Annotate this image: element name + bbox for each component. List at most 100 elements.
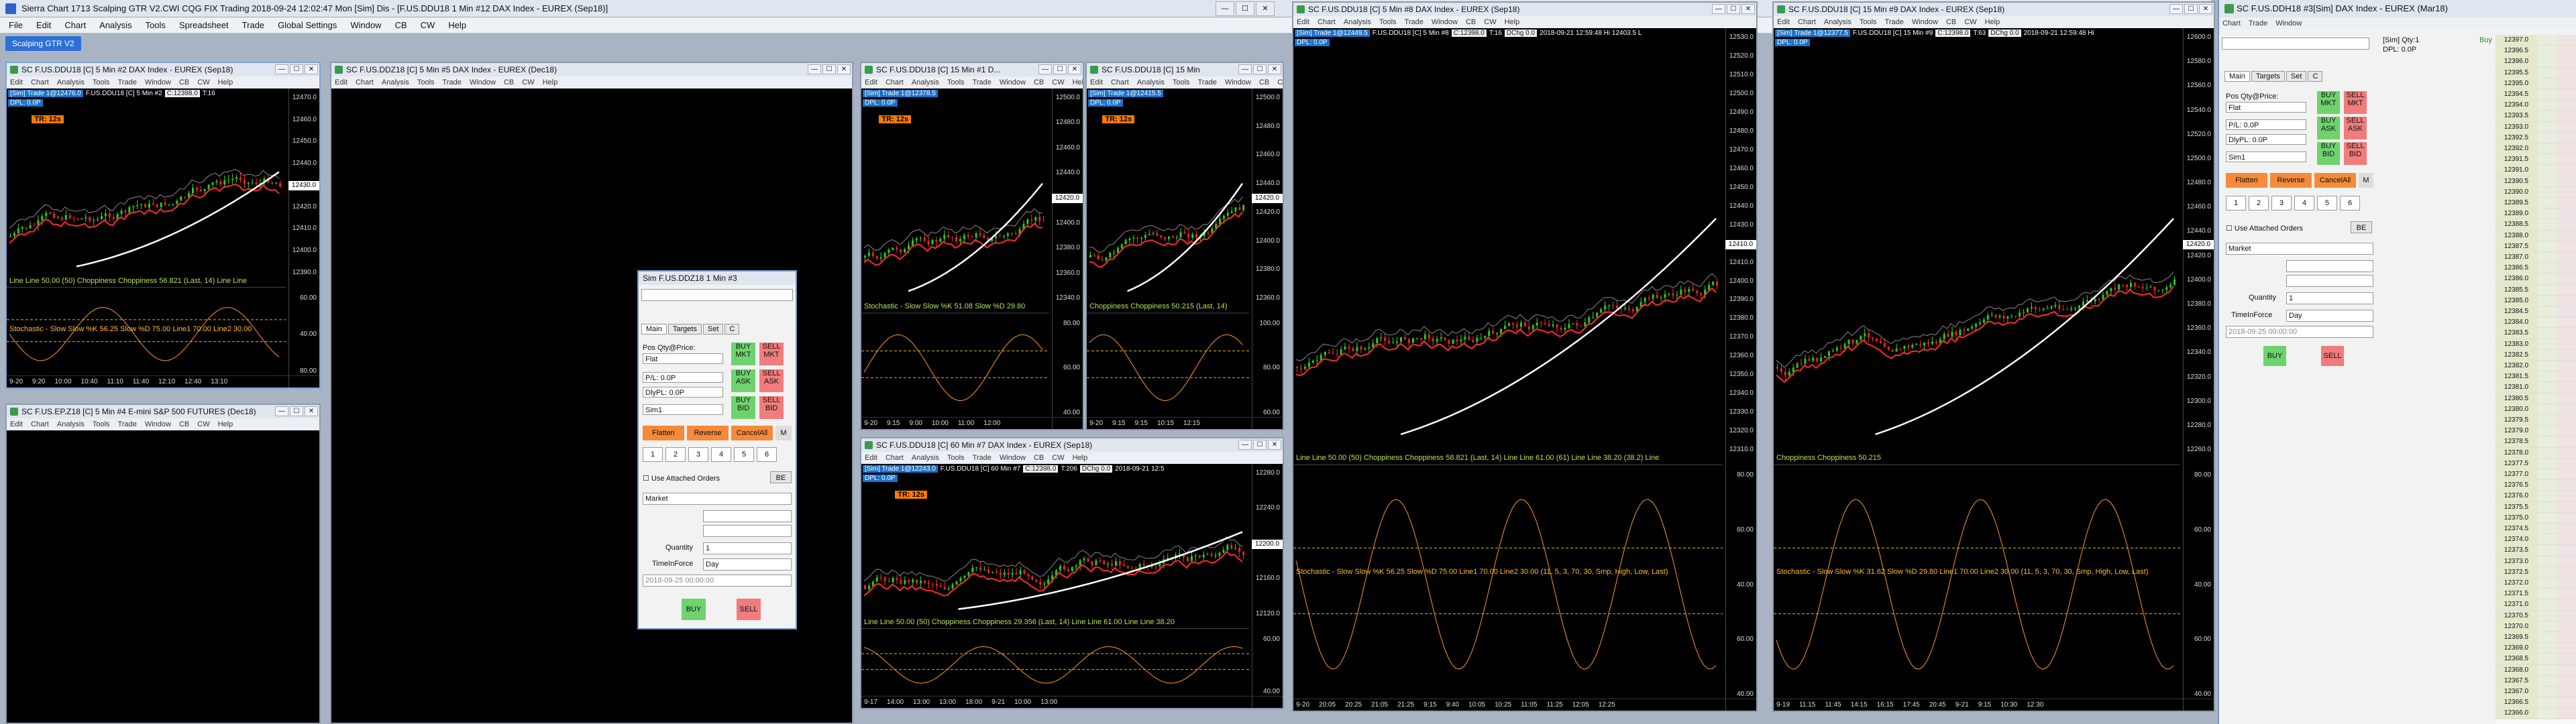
dom-buy-bid-button[interactable]: BUY BID xyxy=(2317,142,2340,165)
ladder-row[interactable]: 12374.5 xyxy=(2496,524,2576,535)
time-axis[interactable]: 9-20 20:05 20:25 21:05 21:25 9:15 9:40 10:05 10:… xyxy=(1293,699,1756,711)
ladder-ask-cell[interactable] xyxy=(2557,186,2576,197)
window-menu-cw[interactable]: CW xyxy=(522,76,534,88)
ladder-row[interactable]: 12366.0 xyxy=(2496,708,2576,719)
restore-icon[interactable]: ☐ xyxy=(1253,64,1267,74)
minimize-icon[interactable]: — xyxy=(275,406,288,416)
ladder-row[interactable]: 12386.5 xyxy=(2496,263,2576,274)
close-icon[interactable]: ✕ xyxy=(1068,64,1081,74)
time-axis[interactable]: 9-19 11:15 11:45 14:15 16:15 17:45 20:45 9-21 9:… xyxy=(1774,699,2214,711)
ladder-row[interactable]: 12390.5 xyxy=(2496,176,2576,187)
dom-sell-bid-button[interactable]: SELL BID xyxy=(2344,142,2367,165)
ladder-ask-cell[interactable] xyxy=(2557,67,2576,78)
ladder-row[interactable]: 12381.0 xyxy=(2496,382,2576,394)
ladder-bid-cell[interactable] xyxy=(2537,632,2557,643)
ladder-bid-cell[interactable] xyxy=(2537,56,2557,67)
restore-icon[interactable]: ☐ xyxy=(290,64,303,74)
ladder-bid-cell[interactable] xyxy=(2537,621,2557,631)
window-menu-edit[interactable]: Edit xyxy=(1777,16,1790,28)
dom-reverse-button[interactable]: Reverse xyxy=(2270,173,2312,188)
tab-main[interactable]: Main xyxy=(641,324,667,335)
dom-account-select[interactable]: Sim1 xyxy=(2226,152,2306,162)
ladder-row[interactable]: 12378.5 xyxy=(2496,436,2576,448)
window-menu-tools[interactable]: Tools xyxy=(947,452,965,464)
ladder-ask-cell[interactable] xyxy=(2557,176,2576,186)
ladder-bid-cell[interactable] xyxy=(2537,154,2557,165)
ladder-ask-cell[interactable] xyxy=(2557,56,2576,67)
ladder-bid-cell[interactable] xyxy=(2537,654,2557,664)
window-menu-help[interactable]: Help xyxy=(1505,16,1520,28)
ladder-ask-cell[interactable] xyxy=(2557,361,2576,371)
window-menu-edit[interactable]: Edit xyxy=(335,76,347,88)
ladder-row[interactable]: 12380.5 xyxy=(2496,393,2576,404)
window-menu-cb[interactable]: CB xyxy=(179,76,189,88)
ladder-row[interactable]: 12393.5 xyxy=(2496,111,2576,122)
ladder-bid-cell[interactable] xyxy=(2537,458,2557,469)
ladder-row[interactable]: 12367.0 xyxy=(2496,686,2576,698)
window-menu-trade[interactable]: Trade xyxy=(1405,16,1424,28)
ladder-row[interactable]: 12394.5 xyxy=(2496,89,2576,101)
ladder-ask-cell[interactable] xyxy=(2557,589,2576,599)
window-menu-cb[interactable]: CB xyxy=(1259,76,1269,88)
ladder-bid-cell[interactable] xyxy=(2537,328,2557,339)
qty-5-button[interactable]: 5 xyxy=(2317,196,2337,210)
time-axis[interactable]: 9-17 14:00 13:00 13:00 18:00 9-21 10:00 13:00 xyxy=(861,696,1283,708)
ladder-ask-cell[interactable] xyxy=(2557,545,2576,556)
dom-tab-targets[interactable]: Targets xyxy=(2251,71,2285,82)
ladder-row[interactable]: 12391.5 xyxy=(2496,154,2576,166)
ladder-ask-cell[interactable] xyxy=(2557,708,2576,719)
ladder-bid-cell[interactable] xyxy=(2537,545,2557,556)
window-menu-cw[interactable]: CW xyxy=(1277,76,1283,88)
scalping-toolbar-button[interactable]: Scalping GTR V2 xyxy=(5,36,81,51)
ladder-ask-cell[interactable] xyxy=(2557,426,2576,436)
ladder-row[interactable]: 12371.0 xyxy=(2496,599,2576,611)
ladder-ask-cell[interactable] xyxy=(2557,393,2576,404)
dom-cancel-all-button[interactable]: CancelAll xyxy=(2314,173,2356,188)
window-menu-edit[interactable]: Edit xyxy=(1090,76,1103,88)
dom-tif-select[interactable]: Day xyxy=(2286,310,2373,322)
chart-window-es-5min[interactable]: SC F.US.EP.Z18 [C] 5 Min #4 E-mini S&P 5… xyxy=(5,404,321,724)
ladder-bid-cell[interactable] xyxy=(2537,697,2557,708)
ladder-ask-cell[interactable] xyxy=(2557,447,2576,458)
ladder-row[interactable]: 12379.5 xyxy=(2496,415,2576,426)
ladder-ask-cell[interactable] xyxy=(2557,132,2576,143)
ladder-row[interactable]: 12387.0 xyxy=(2496,252,2576,263)
window-menu-trade[interactable]: Trade xyxy=(118,418,137,430)
price2-field[interactable] xyxy=(703,525,792,537)
ladder-ask-cell[interactable] xyxy=(2557,512,2576,523)
menu-item-cb[interactable]: CB xyxy=(389,19,413,32)
tab-targets[interactable]: Targets xyxy=(667,324,702,335)
ladder-bid-cell[interactable] xyxy=(2537,578,2557,589)
dom-menu-window[interactable]: Window xyxy=(2275,17,2302,29)
ladder-bid-cell[interactable] xyxy=(2537,393,2557,404)
ladder-row[interactable]: 12389.0 xyxy=(2496,208,2576,220)
menu-item-tools[interactable]: Tools xyxy=(140,19,172,32)
ladder-row[interactable]: 12368.5 xyxy=(2496,654,2576,665)
window-menu-window[interactable]: Window xyxy=(1432,16,1458,28)
window-menu-edit[interactable]: Edit xyxy=(865,76,877,88)
ladder-bid-cell[interactable] xyxy=(2537,263,2557,274)
ladder-bid-cell[interactable] xyxy=(2537,426,2557,436)
window-menu-cb[interactable]: CB xyxy=(179,418,189,430)
ladder-row[interactable]: 12388.5 xyxy=(2496,219,2576,231)
window-menu-cw[interactable]: CW xyxy=(1484,16,1496,28)
dom-sell-market-button[interactable]: SELL MKT xyxy=(2344,91,2367,114)
close-icon[interactable]: ✕ xyxy=(1741,4,1755,14)
ladder-ask-cell[interactable] xyxy=(2557,263,2576,274)
ladder-row[interactable]: 12369.5 xyxy=(2496,632,2576,644)
ladder-ask-cell[interactable] xyxy=(2557,404,2576,414)
ladder-bid-cell[interactable] xyxy=(2537,501,2557,512)
ladder-bid-cell[interactable] xyxy=(2537,524,2557,534)
quantity-field[interactable]: 1 xyxy=(703,542,792,554)
window-menu-edit[interactable]: Edit xyxy=(865,452,877,464)
restore-icon[interactable]: ☐ xyxy=(1253,440,1267,450)
dom-good-till-date-field[interactable]: 2018-09-25 00:00:00 xyxy=(2226,326,2373,338)
restore-icon[interactable]: ☐ xyxy=(822,64,836,74)
ladder-row[interactable]: 12390.0 xyxy=(2496,186,2576,198)
close-icon[interactable]: ✕ xyxy=(837,64,851,74)
ladder-bid-cell[interactable] xyxy=(2537,361,2557,371)
window-menu-chart[interactable]: Chart xyxy=(356,76,374,88)
ladder-row[interactable]: 12377.5 xyxy=(2496,458,2576,469)
ladder-row[interactable]: 12391.0 xyxy=(2496,165,2576,176)
ladder-ask-cell[interactable] xyxy=(2557,165,2576,176)
